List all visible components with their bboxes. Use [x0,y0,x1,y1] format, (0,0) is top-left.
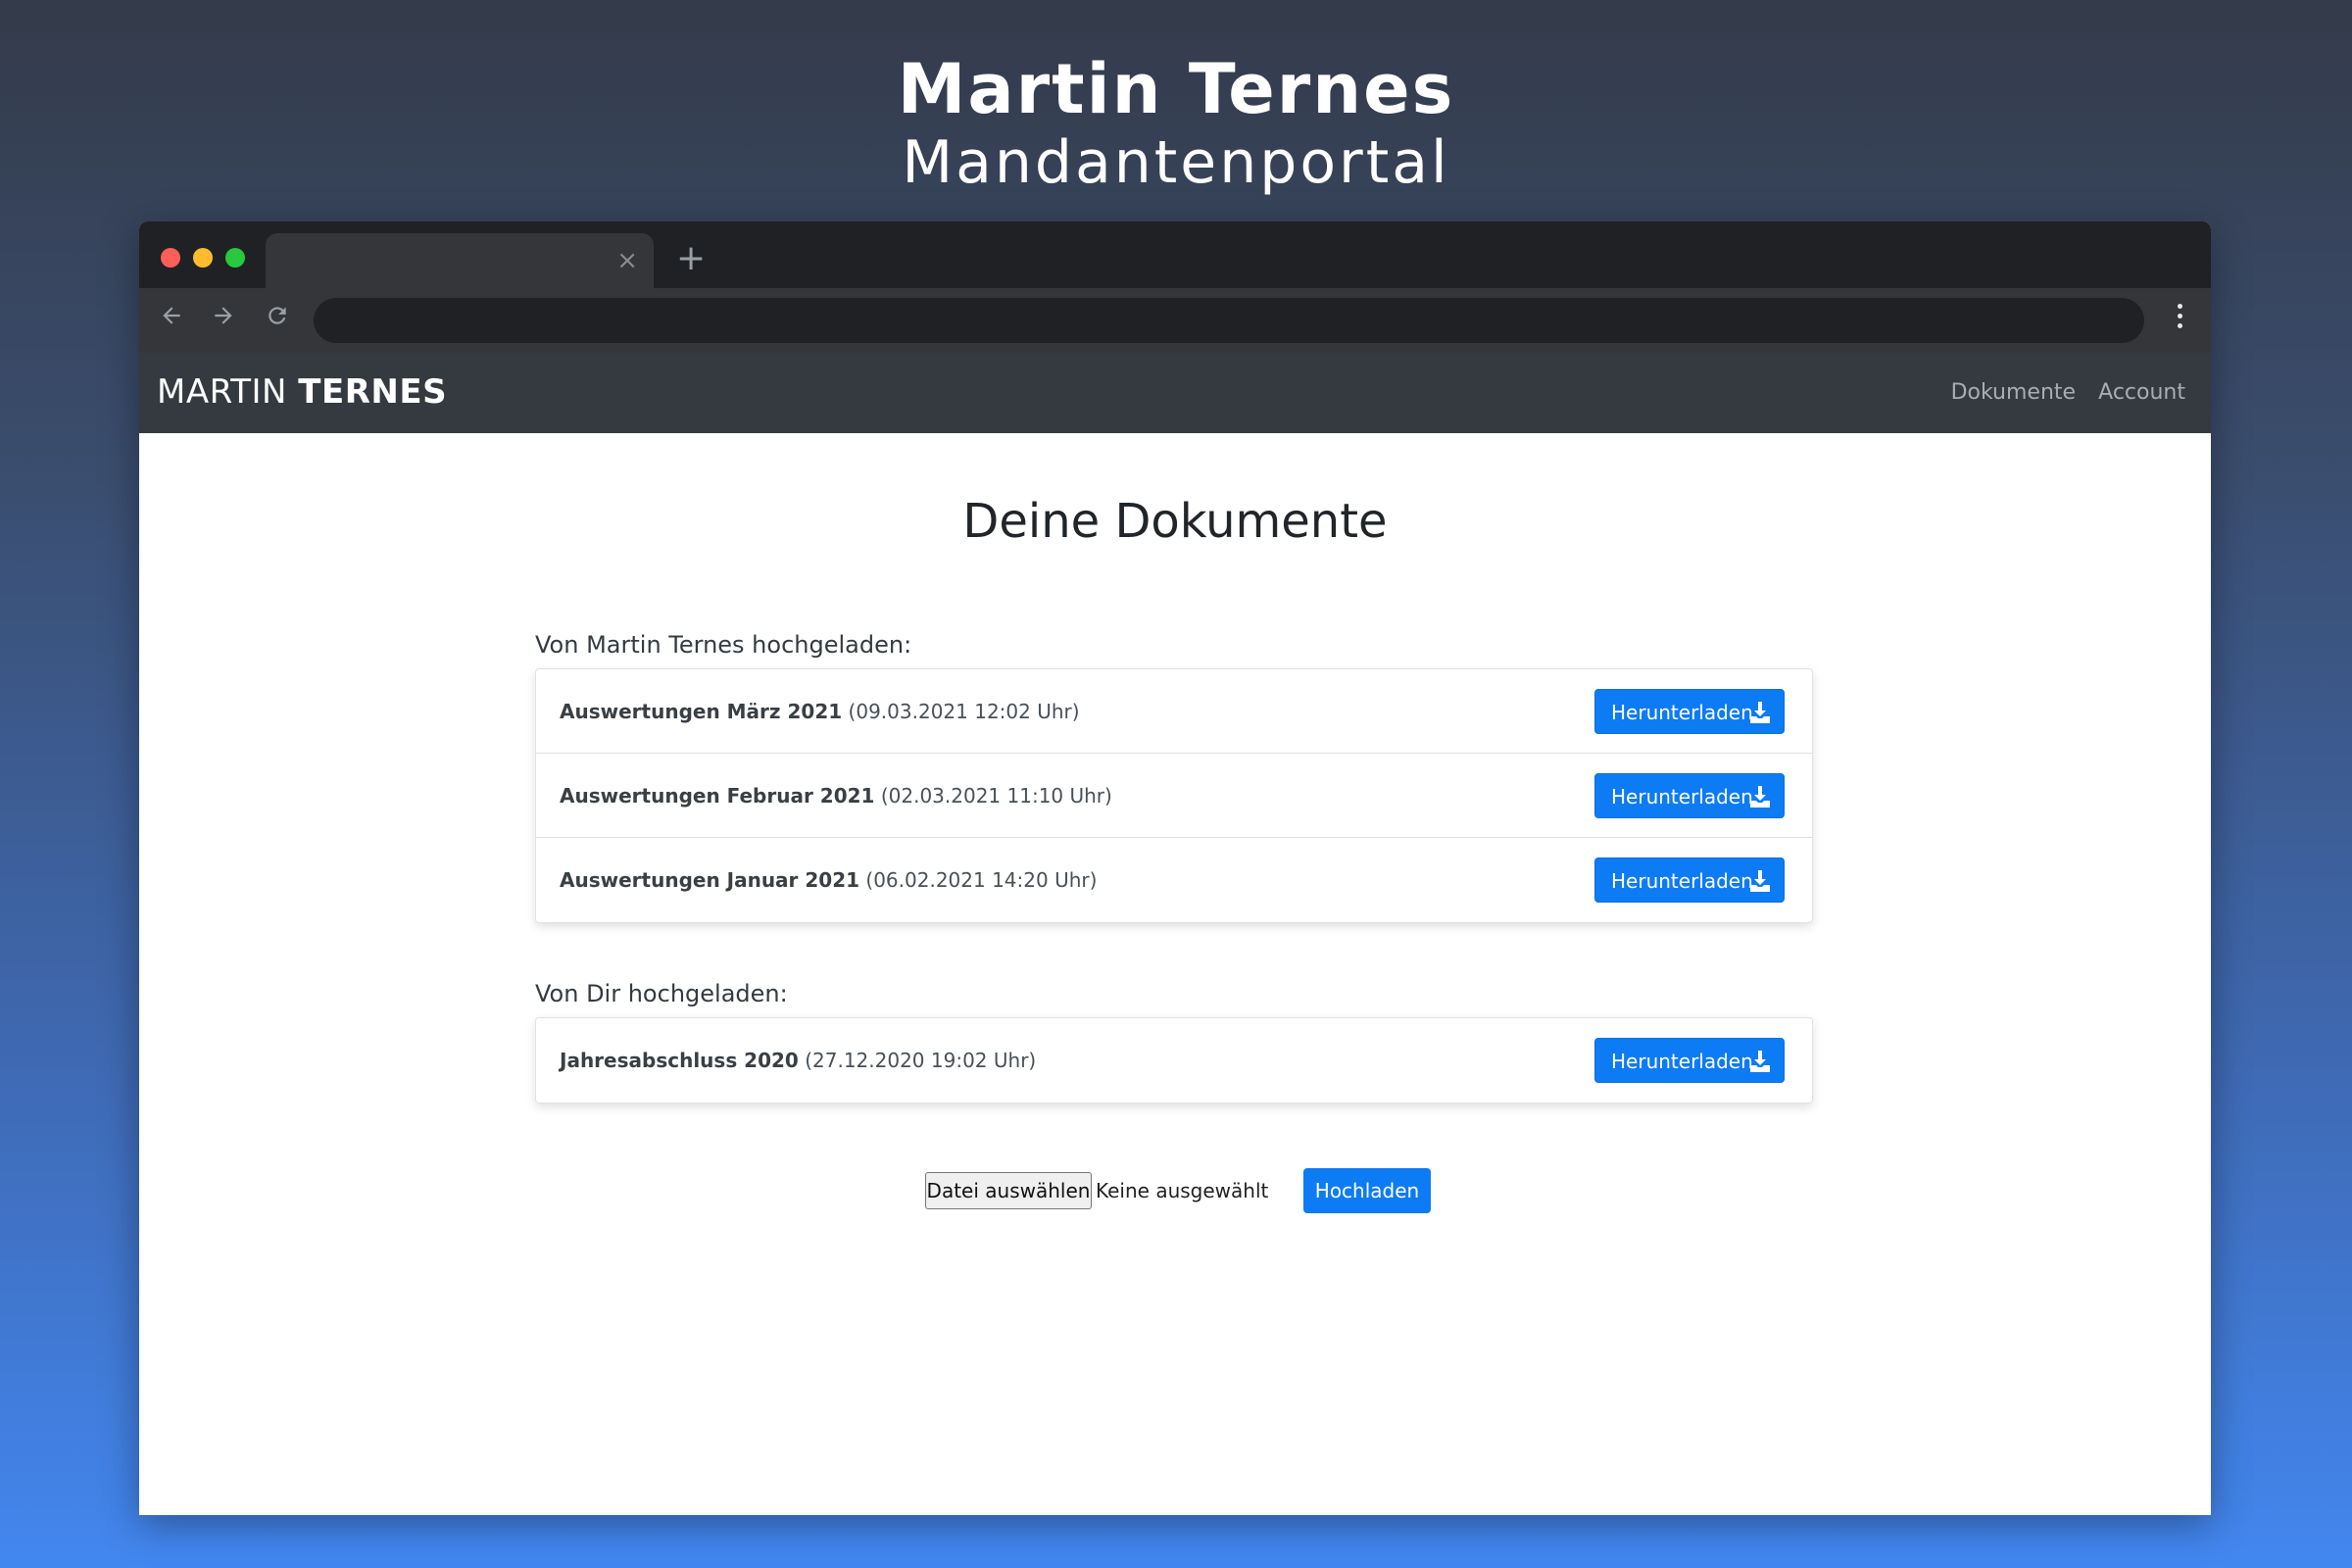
document-row: Auswertungen Januar 2021 (06.02.2021 14:… [536,838,1812,922]
download-icon [1750,870,1770,892]
hero-subtitle: Mandantenportal [902,128,1450,197]
document-date: (02.03.2021 11:10 Uhr) [880,784,1112,808]
download-button[interactable]: Herunterladen [1594,689,1785,734]
browser-tab[interactable]: × [266,233,654,288]
document-date: (27.12.2020 19:02 Uhr) [805,1049,1037,1072]
document-list: Auswertungen März 2021 (09.03.2021 12:02… [535,668,1813,923]
download-button-label: Herunterladen [1611,701,1753,724]
reload-icon[interactable] [265,301,290,338]
section-uploaded-by-advisor: Von Martin Ternes hochgeladen: Auswertun… [535,629,1813,923]
page-title: Deine Dokumente [962,494,1388,549]
document-row: Auswertungen Februar 2021 (02.03.2021 11… [536,754,1812,838]
download-icon [1750,702,1770,723]
download-icon [1750,1051,1770,1072]
document-name: Auswertungen Februar 2021 [560,784,875,808]
brand-light-text: MARTIN [157,372,287,412]
download-icon [1750,786,1770,808]
choose-file-button[interactable]: Datei auswählen [925,1172,1092,1209]
new-tab-icon[interactable]: + [676,239,706,278]
hero-title: Martin Ternes [897,49,1455,129]
document-name: Auswertungen Januar 2021 [560,868,860,892]
back-arrow-icon[interactable] [159,301,184,338]
nav-link-account[interactable]: Account [2098,380,2185,405]
document-name: Jahresabschluss 2020 [560,1049,799,1072]
browser-tabbar: × + [139,221,2211,288]
nav-links: Dokumente Account [1934,378,2185,408]
document-date: (06.02.2021 14:20 Uhr) [865,868,1098,892]
tab-close-icon[interactable]: × [616,245,638,276]
document-list: Jahresabschluss 2020 (27.12.2020 19:02 U… [535,1017,1813,1103]
document-text: Jahresabschluss 2020 (27.12.2020 19:02 U… [560,1046,1036,1075]
hero: Martin Ternes Mandantenportal [0,47,2352,194]
file-status-text: Keine ausgewählt [1096,1179,1269,1202]
browser-menu-icon[interactable] [2178,304,2183,331]
upload-button[interactable]: Hochladen [1303,1168,1431,1213]
download-button-label: Herunterladen [1611,869,1753,893]
brand-bold-text: TERNES [298,372,448,412]
address-bar[interactable] [314,298,2144,343]
document-text: Auswertungen März 2021 (09.03.2021 12:02… [560,697,1080,726]
section-uploaded-by-user: Von Dir hochgeladen: Jahresabschluss 202… [535,978,1813,1103]
download-button[interactable]: Herunterladen [1594,773,1785,818]
download-button-label: Herunterladen [1611,1050,1753,1073]
forward-arrow-icon[interactable] [211,301,236,338]
document-date: (09.03.2021 12:02 Uhr) [848,700,1080,723]
section-label: Von Martin Ternes hochgeladen: [535,631,912,659]
download-button-label: Herunterladen [1611,785,1753,808]
window-close-dot[interactable] [161,248,180,268]
document-row: Auswertungen März 2021 (09.03.2021 12:02… [536,669,1812,754]
download-button[interactable]: Herunterladen [1594,1038,1785,1083]
document-text: Auswertungen Januar 2021 (06.02.2021 14:… [560,865,1097,895]
main-content: Deine Dokumente Von Martin Ternes hochge… [139,433,2211,1103]
download-button[interactable]: Herunterladen [1594,858,1785,903]
window-minimize-dot[interactable] [193,248,213,268]
nav-link-dokumente[interactable]: Dokumente [1951,380,2076,405]
document-name: Auswertungen März 2021 [560,700,843,723]
window-maximize-dot[interactable] [225,248,245,268]
document-text: Auswertungen Februar 2021 (02.03.2021 11… [560,781,1112,810]
upload-form: Datei auswählen Keine ausgewählt Hochlad… [139,1168,2211,1213]
browser-toolbar [139,288,2211,353]
document-row: Jahresabschluss 2020 (27.12.2020 19:02 U… [536,1018,1812,1102]
brand-logo[interactable]: MARTIN TERNES [157,370,447,414]
browser-window: × + MARTIN TERNES Dokumente Account Dein… [139,221,2211,1515]
app-navbar: MARTIN TERNES Dokumente Account [139,353,2211,433]
section-label: Von Dir hochgeladen: [535,980,788,1007]
